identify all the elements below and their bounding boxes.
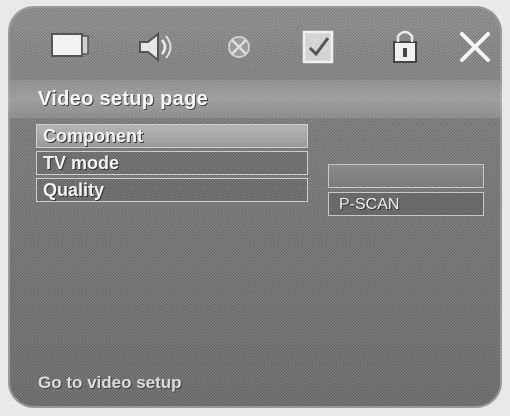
status-hint: Go to video setup xyxy=(38,373,182,392)
page-title: Video setup page xyxy=(38,88,209,110)
video-setup-icon[interactable] xyxy=(296,24,342,70)
osd-screen: Video setup page Component TV mode Quali… xyxy=(8,6,502,408)
preference-lock-icon[interactable] xyxy=(382,24,428,70)
dolby-setup-icon[interactable] xyxy=(216,24,262,70)
menu-item-tv-mode[interactable]: TV mode xyxy=(36,151,308,175)
general-setup-icon[interactable] xyxy=(46,24,92,70)
audio-setup-icon[interactable] xyxy=(130,24,176,70)
exit-icon[interactable] xyxy=(452,24,498,70)
setup-icon-bar xyxy=(26,16,492,76)
submenu: P-SCAN xyxy=(328,164,484,220)
submenu-option-blank[interactable] xyxy=(328,164,484,188)
submenu-option-p-scan[interactable]: P-SCAN xyxy=(328,192,484,216)
menu-item-component[interactable]: Component xyxy=(36,124,308,148)
menu-item-quality[interactable]: Quality xyxy=(36,178,308,202)
setup-menu: Component TV mode Quality xyxy=(36,124,308,205)
